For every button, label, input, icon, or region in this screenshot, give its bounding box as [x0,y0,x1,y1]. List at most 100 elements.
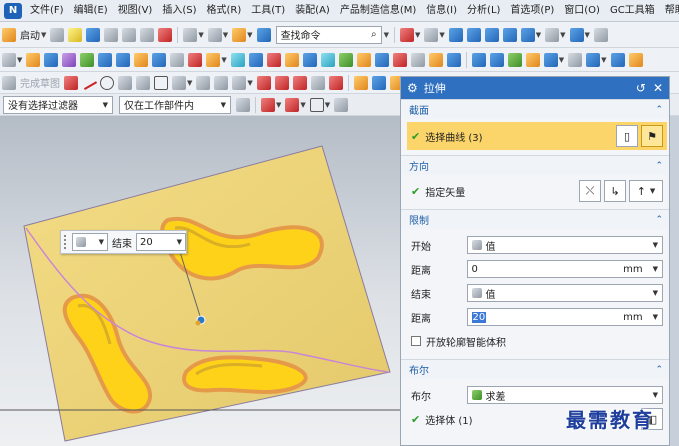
cut-icon[interactable] [104,27,119,42]
snap-point-icon[interactable] [261,97,275,112]
section-header-limits[interactable]: 限制 ⌃ [401,209,669,229]
chevron-down-icon[interactable]: ▼ [221,56,226,64]
extrude-icon[interactable] [26,52,41,67]
point-icon[interactable] [446,52,461,67]
open-folder-icon[interactable] [68,27,83,42]
offset-face-icon[interactable] [374,52,389,67]
chevron-down-icon[interactable]: ▼ [536,31,541,39]
chevron-down-icon[interactable]: ▼ [187,79,192,87]
boss-icon[interactable] [80,52,95,67]
repeat-command-icon[interactable] [232,27,247,42]
rectangle-icon[interactable] [154,75,168,90]
chevron-down-icon[interactable]: ▼ [325,101,330,109]
arc-icon[interactable] [118,75,132,90]
menu-pmi[interactable]: 产品制造信息(M) [335,1,421,21]
shell-icon[interactable] [266,52,281,67]
geometric-constraint-icon[interactable] [292,75,307,90]
select-curve-row[interactable]: ✔ 选择曲线 (3) ▯ ⚑ [407,122,667,150]
onscreen-end-input[interactable]: 20 ▼ [136,233,186,251]
polygon-icon[interactable] [172,75,186,90]
selection-filter-select[interactable]: 没有选择过滤器 ▼ [3,95,113,114]
cube-right-icon[interactable] [502,27,517,42]
nx-logo-icon[interactable]: N [4,2,22,19]
command-search-input[interactable]: 查找命令 ⌕ [275,25,382,44]
chevron-down-icon[interactable]: ▼ [247,31,252,39]
undo-icon[interactable] [183,27,198,42]
table-icon[interactable] [399,27,414,42]
chevron-down-icon[interactable]: ▼ [300,101,305,109]
new-file-icon[interactable] [50,27,65,42]
chevron-down-icon[interactable]: ▼ [585,31,590,39]
chevron-down-icon[interactable]: ▼ [560,31,565,39]
subtract-icon[interactable] [188,52,203,67]
chevron-down-icon[interactable]: ▼ [384,31,389,39]
drag-grip-icon[interactable] [64,235,68,249]
intersect-icon[interactable] [206,52,221,67]
open-profile-row[interactable]: 开放轮廓智能体积 [411,330,663,352]
revolve-icon[interactable] [44,52,59,67]
open-profile-checkbox[interactable] [411,336,421,346]
menu-preferences[interactable]: 首选项(P) [505,1,559,21]
start-icon[interactable] [2,27,16,42]
offset-curve-icon[interactable] [214,75,229,90]
more-icon[interactable] [593,27,608,42]
menu-analysis[interactable]: 分析(L) [462,1,505,21]
color-box-icon[interactable] [545,27,560,42]
section-header-direction[interactable]: 方向 ⌃ [401,155,669,175]
start-distance-input[interactable]: 0 mm ▼ [466,260,663,278]
fillet-icon[interactable] [136,75,150,90]
start-button-label[interactable]: 启动 [20,27,40,42]
point-sketch-icon[interactable] [196,75,211,90]
sketch-icon[interactable] [2,52,16,67]
sketch-task-icon[interactable] [2,75,16,90]
dimension-icon[interactable] [274,75,289,90]
menu-tools[interactable]: 工具(T) [246,1,290,21]
end-distance-input[interactable]: 20 mm ▼ [466,308,663,326]
menu-assembly[interactable]: 装配(A) [290,1,335,21]
menu-help[interactable]: 帮助(H) [660,1,679,21]
datum-axis-icon[interactable] [428,52,443,67]
split-body-icon[interactable] [356,52,371,67]
replace-face-icon[interactable] [525,52,540,67]
curve-tool-icon[interactable] [353,75,368,90]
paste-icon[interactable] [140,27,155,42]
block-icon[interactable] [98,52,113,67]
gear-icon[interactable]: ⚙ [407,81,418,95]
edge-blend-icon[interactable] [230,52,245,67]
pull-face-icon[interactable] [507,52,522,67]
menu-insert[interactable]: 插入(S) [157,1,201,21]
chevron-down-icon[interactable]: ▼ [415,31,420,39]
chevron-down-icon[interactable]: ▼ [559,56,564,64]
view-orient-icon[interactable] [424,27,439,42]
datum-plane-icon[interactable] [410,52,425,67]
snap-end-icon[interactable] [285,97,300,112]
vector-constructor-icon[interactable]: ↳ [604,180,626,202]
chamfer-icon[interactable] [248,52,263,67]
chevron-down-icon[interactable]: ▼ [439,31,444,39]
render-icon[interactable] [610,52,625,67]
profile-icon[interactable] [64,75,78,90]
menu-window[interactable]: 窗口(O) [559,1,605,21]
spline-icon[interactable] [371,75,386,90]
chevron-down-icon[interactable]: ▼ [41,31,46,39]
menu-format[interactable]: 格式(R) [202,1,247,21]
sphere-icon[interactable] [152,52,167,67]
command-finder-icon[interactable] [256,27,271,42]
menu-view[interactable]: 视图(V) [113,1,158,21]
plate-body[interactable] [23,145,391,442]
chevron-down-icon[interactable]: ▼ [276,101,281,109]
hole-icon[interactable] [62,52,77,67]
chevron-down-icon[interactable]: ▼ [223,31,228,39]
menu-file[interactable]: 文件(F) [25,1,69,21]
layer-icon[interactable] [569,27,584,42]
close-icon[interactable]: ✕ [653,81,663,95]
move-face-icon[interactable] [489,52,504,67]
menu-edit[interactable]: 编辑(E) [69,1,113,21]
mirror-icon[interactable] [320,52,335,67]
menu-information[interactable]: 信息(I) [421,1,462,21]
delete-face-icon[interactable] [543,52,558,67]
cube-front-icon[interactable] [466,27,481,42]
limit-type-dropdown[interactable]: ▼ [72,233,108,251]
trim-curve-icon[interactable] [232,75,247,90]
section-header-boolean[interactable]: 布尔 ⌃ [401,359,669,379]
